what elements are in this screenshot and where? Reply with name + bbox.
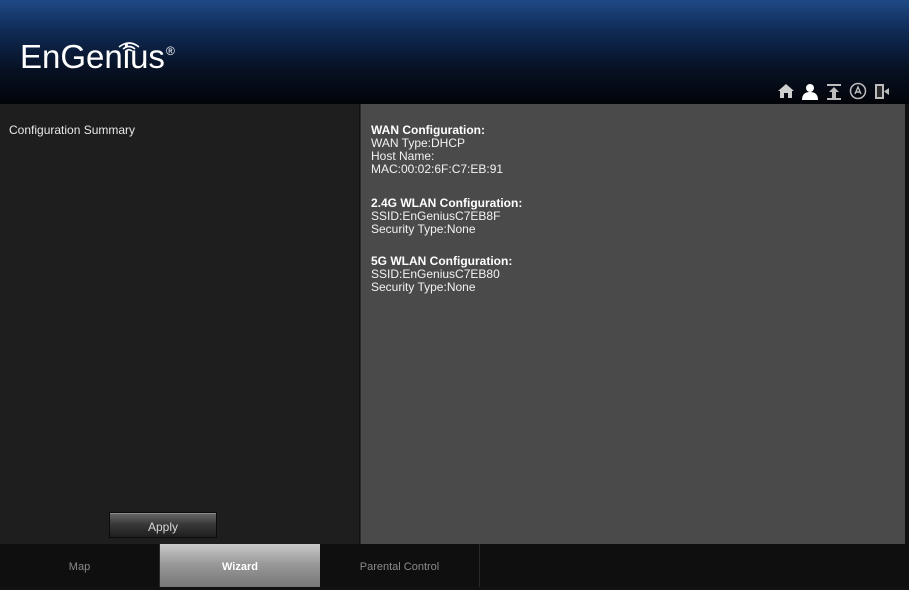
wlan24-security-row: Security Type:None xyxy=(371,222,476,236)
brand-name: EnGenius xyxy=(20,38,165,75)
wan-configuration-section: WAN Configuration: WAN Type:DHCP Host Na… xyxy=(371,124,503,176)
tab-wizard[interactable]: Wizard xyxy=(160,544,320,587)
wifi-logo-icon xyxy=(118,42,140,52)
language-icon[interactable] xyxy=(849,82,867,100)
user-icon[interactable] xyxy=(801,82,819,100)
home-icon[interactable] xyxy=(777,82,795,100)
mac-row: MAC:00:02:6F:C7:EB:91 xyxy=(371,162,504,176)
right-edge xyxy=(905,104,909,544)
toolbar xyxy=(777,81,891,101)
header: EnGenius® xyxy=(0,0,909,104)
wlan5-configuration-section: 5G WLAN Configuration: SSID:EnGeniusC7EB… xyxy=(371,255,512,294)
apply-button[interactable]: Apply xyxy=(109,512,217,538)
upload-icon[interactable] xyxy=(825,82,843,100)
tab-map[interactable]: Map xyxy=(0,544,160,587)
bottom-tab-bar: Map Wizard Parental Control xyxy=(0,544,909,587)
brand-registered-mark: ® xyxy=(165,44,175,58)
brand-logo: EnGenius® xyxy=(20,38,175,76)
tab-parental-control[interactable]: Parental Control xyxy=(320,544,480,587)
wlan5-security-row: Security Type:None xyxy=(371,280,476,294)
wlan24-configuration-section: 2.4G WLAN Configuration: SSID:EnGeniusC7… xyxy=(371,197,522,236)
left-panel: Configuration Summary Apply xyxy=(0,104,359,544)
logout-icon[interactable] xyxy=(873,82,891,100)
panel-title: Configuration Summary xyxy=(9,123,136,137)
summary-panel: WAN Configuration: WAN Type:DHCP Host Na… xyxy=(360,104,905,544)
